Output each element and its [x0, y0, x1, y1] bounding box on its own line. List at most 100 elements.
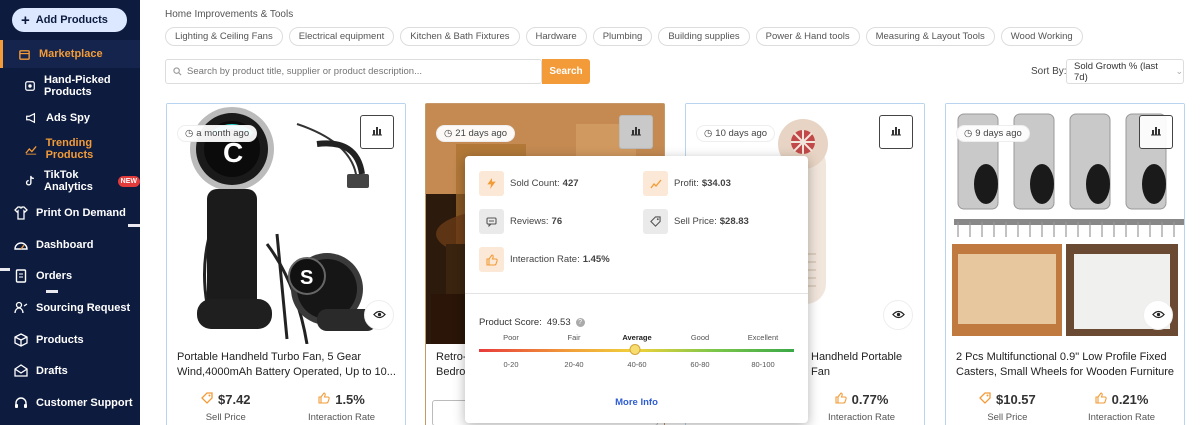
- interaction-rate-metric: 0.21% Interaction Rate: [1088, 392, 1155, 423]
- thumbs-up-icon: [835, 392, 847, 407]
- sidebar-item-label: Print On Demand: [36, 207, 126, 219]
- sidebar-item-label: Hand-Picked Products: [44, 74, 111, 98]
- category-chip[interactable]: Plumbing: [592, 27, 653, 46]
- interaction-rate-value: 0.77%: [851, 392, 889, 407]
- reviews-label: Reviews:: [510, 216, 549, 227]
- sidebar-item-label: Drafts: [36, 365, 68, 377]
- more-info-link[interactable]: More Info: [465, 397, 808, 408]
- profit-stat: Profit: $34.03: [643, 171, 731, 196]
- interaction-rate-label: Interaction Rate: [308, 412, 376, 423]
- scroll-marker: [46, 290, 58, 293]
- sidebar-item-orders[interactable]: Orders: [0, 262, 140, 290]
- analytics-button[interactable]: [360, 115, 394, 149]
- sidebar-item-hand-picked[interactable]: Hand-Picked Products: [0, 72, 140, 100]
- shirt-icon: [14, 206, 28, 220]
- time-ago-text: 10 days ago: [715, 128, 768, 139]
- clock-icon: ◷: [444, 128, 453, 139]
- category-chip[interactable]: Hardware: [525, 27, 587, 46]
- sidebar-item-drafts[interactable]: Drafts: [0, 357, 140, 385]
- search-button[interactable]: Search: [542, 59, 590, 84]
- product-title[interactable]: Handheld Portable Fan: [811, 350, 924, 380]
- sell-price-stat: Sell Price: $28.83: [643, 209, 749, 234]
- sell-price-metric: $10.57 Sell Price: [979, 392, 1036, 423]
- preview-button[interactable]: [1143, 300, 1173, 330]
- sidebar-item-label: Ads Spy: [46, 112, 91, 124]
- score-range-label: 80-100: [751, 360, 775, 369]
- plus-icon: +: [21, 11, 30, 29]
- interaction-rate-stat: Interaction Rate: 1.45%: [479, 247, 610, 272]
- flash-icon: [479, 171, 504, 196]
- sidebar-item-label: Customer Support: [36, 397, 133, 409]
- interaction-rate-metric: 0.77% Interaction Rate: [828, 392, 895, 423]
- interaction-rate-label: Interaction Rate: [1088, 412, 1156, 423]
- breadcrumb[interactable]: Home Improvements & Tools: [165, 9, 293, 20]
- sell-price-value: $28.83: [719, 216, 749, 227]
- bar-chart-icon: [890, 125, 902, 139]
- product-card[interactable]: C S ◷ a month ago Portable Handheld Turb…: [166, 103, 406, 425]
- time-ago-text: 21 days ago: [455, 128, 508, 139]
- sell-price-value: $10.57: [996, 392, 1036, 407]
- sidebar: + Add Products Marketplace Hand-Picked P…: [0, 0, 140, 425]
- category-chip[interactable]: Lighting & Ceiling Fans: [165, 27, 283, 46]
- sidebar-item-trending[interactable]: Trending Products: [0, 135, 140, 163]
- sell-price-metric: $7.42 Sell Price: [201, 392, 251, 423]
- time-badge: ◷ a month ago: [177, 125, 258, 142]
- category-chips: Lighting & Ceiling Fans Electrical equip…: [165, 27, 1083, 46]
- category-chip[interactable]: Electrical equipment: [288, 27, 395, 46]
- sidebar-item-sourcing-request[interactable]: Sourcing Request: [0, 294, 140, 322]
- sort-select[interactable]: Sold Growth % (last 7d) ⌄: [1066, 59, 1184, 84]
- score-level-label: Excellent: [747, 333, 779, 342]
- product-card[interactable]: ◷ 9 days ago 2 Pcs Multifunctional 0.9" …: [945, 103, 1185, 425]
- sold-count-stat: Sold Count: 427: [479, 171, 579, 196]
- score-level-label: Fair: [567, 333, 581, 342]
- product-score-value: 49.53: [546, 317, 571, 328]
- thumbs-up-icon: [1095, 392, 1107, 407]
- preview-button[interactable]: [364, 300, 394, 330]
- sidebar-item-label: Dashboard: [36, 239, 94, 251]
- sourcing-icon: [14, 301, 28, 315]
- sidebar-item-marketplace[interactable]: Marketplace: [0, 40, 140, 68]
- product-title-partial[interactable]: Retro-: [436, 350, 467, 365]
- sort-value: Sold Growth % (last 7d): [1074, 60, 1158, 83]
- sidebar-item-label: Trending Products: [45, 137, 94, 161]
- product-title[interactable]: Portable Handheld Turbo Fan, 5 Gear Wind…: [177, 350, 397, 380]
- profit-value: $34.03: [701, 178, 731, 189]
- sidebar-item-tiktok-analytics[interactable]: TikTok Analytics NEW: [0, 167, 140, 195]
- eye-icon: [1151, 308, 1165, 322]
- add-products-button[interactable]: + Add Products: [12, 8, 127, 32]
- category-chip[interactable]: Wood Working: [1000, 27, 1083, 46]
- trending-icon: [24, 142, 38, 156]
- product-title[interactable]: 2 Pcs Multifunctional 0.9" Low Profile F…: [956, 350, 1176, 380]
- sidebar-item-customer-support[interactable]: Customer Support: [0, 389, 140, 417]
- interaction-rate-value: 1.45%: [582, 254, 610, 265]
- category-chip[interactable]: Power & Hand tools: [755, 27, 860, 46]
- sidebar-item-ads-spy[interactable]: Ads Spy: [0, 104, 140, 132]
- interaction-rate-value: 1.5%: [335, 392, 365, 407]
- add-products-label: Add Products: [35, 14, 108, 26]
- time-badge: ◷ 21 days ago: [436, 125, 516, 142]
- interaction-rate-value: 0.21%: [1111, 392, 1149, 407]
- sidebar-item-print-on-demand[interactable]: Print On Demand: [0, 199, 140, 227]
- score-range-label: 40-60: [627, 360, 647, 369]
- preview-button[interactable]: [883, 300, 913, 330]
- clock-icon: ◷: [185, 128, 194, 139]
- product-score: Product Score: 49.53 ?: [479, 317, 585, 328]
- analytics-button[interactable]: [1139, 115, 1173, 149]
- analytics-button[interactable]: [879, 115, 913, 149]
- category-chip[interactable]: Measuring & Layout Tools: [865, 27, 995, 46]
- help-icon[interactable]: ?: [575, 318, 585, 327]
- headset-icon: [14, 396, 28, 410]
- analytics-button[interactable]: [619, 115, 653, 149]
- dashboard-icon: [14, 238, 28, 252]
- orders-icon: [14, 269, 28, 283]
- sold-count-value: 427: [562, 178, 579, 189]
- box-icon: [14, 333, 28, 347]
- sold-count-label: Sold Count:: [510, 178, 560, 189]
- category-chip[interactable]: Kitchen & Bath Fixtures: [400, 27, 520, 46]
- sidebar-item-products[interactable]: Products: [0, 326, 140, 354]
- sidebar-item-dashboard[interactable]: Dashboard: [0, 231, 140, 259]
- product-score-label: Product Score:: [479, 317, 542, 328]
- category-chip[interactable]: Building supplies: [658, 27, 750, 46]
- sell-price-label: Sell Price: [987, 412, 1028, 423]
- search-input[interactable]: [187, 66, 537, 77]
